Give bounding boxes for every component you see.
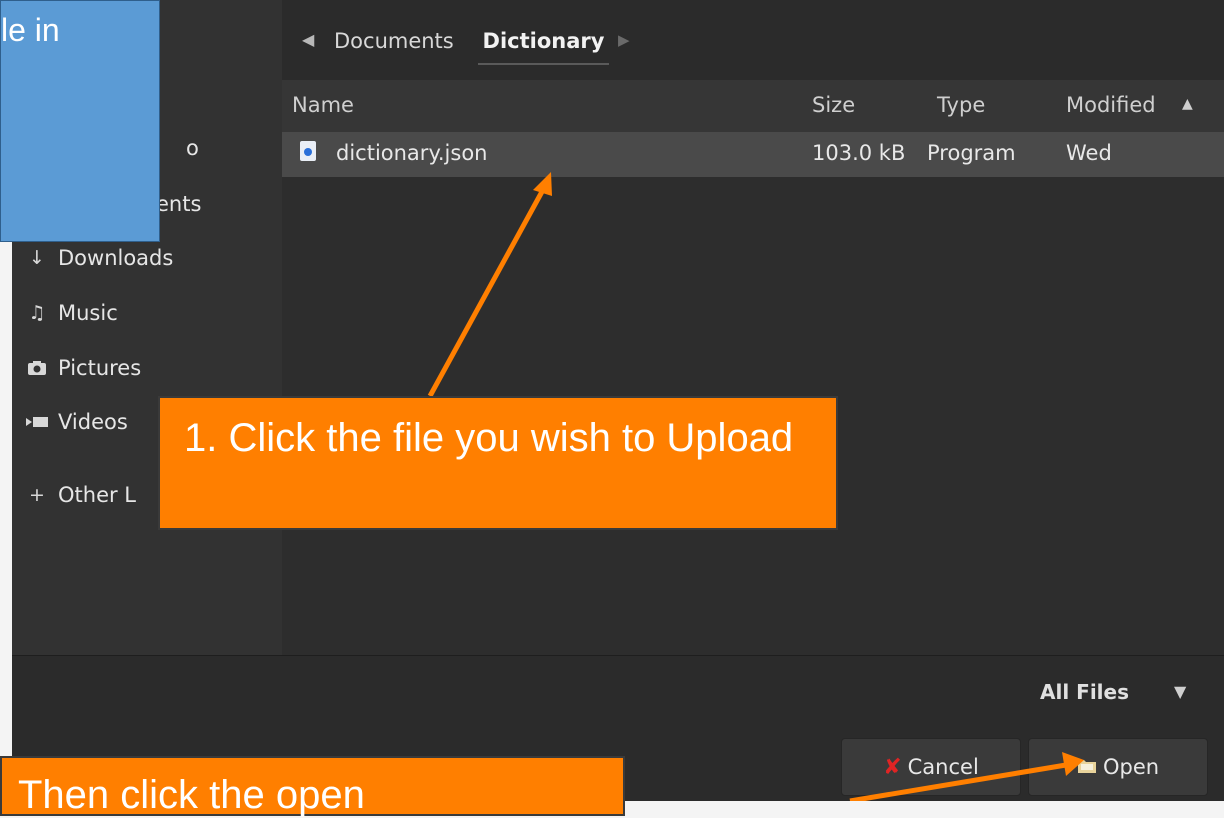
tutorial-callout-step2: Then click the open (0, 756, 625, 817)
callout-text: Then click the open (18, 773, 365, 817)
callout-text: 1. Click the file you wish to Upload (184, 416, 794, 460)
arrow-head (1062, 752, 1084, 776)
arrow-line (849, 762, 1067, 801)
tutorial-callout-step1: 1. Click the file you wish to Upload (158, 396, 838, 530)
arrow-line (427, 186, 547, 398)
arrow-head (533, 172, 552, 196)
